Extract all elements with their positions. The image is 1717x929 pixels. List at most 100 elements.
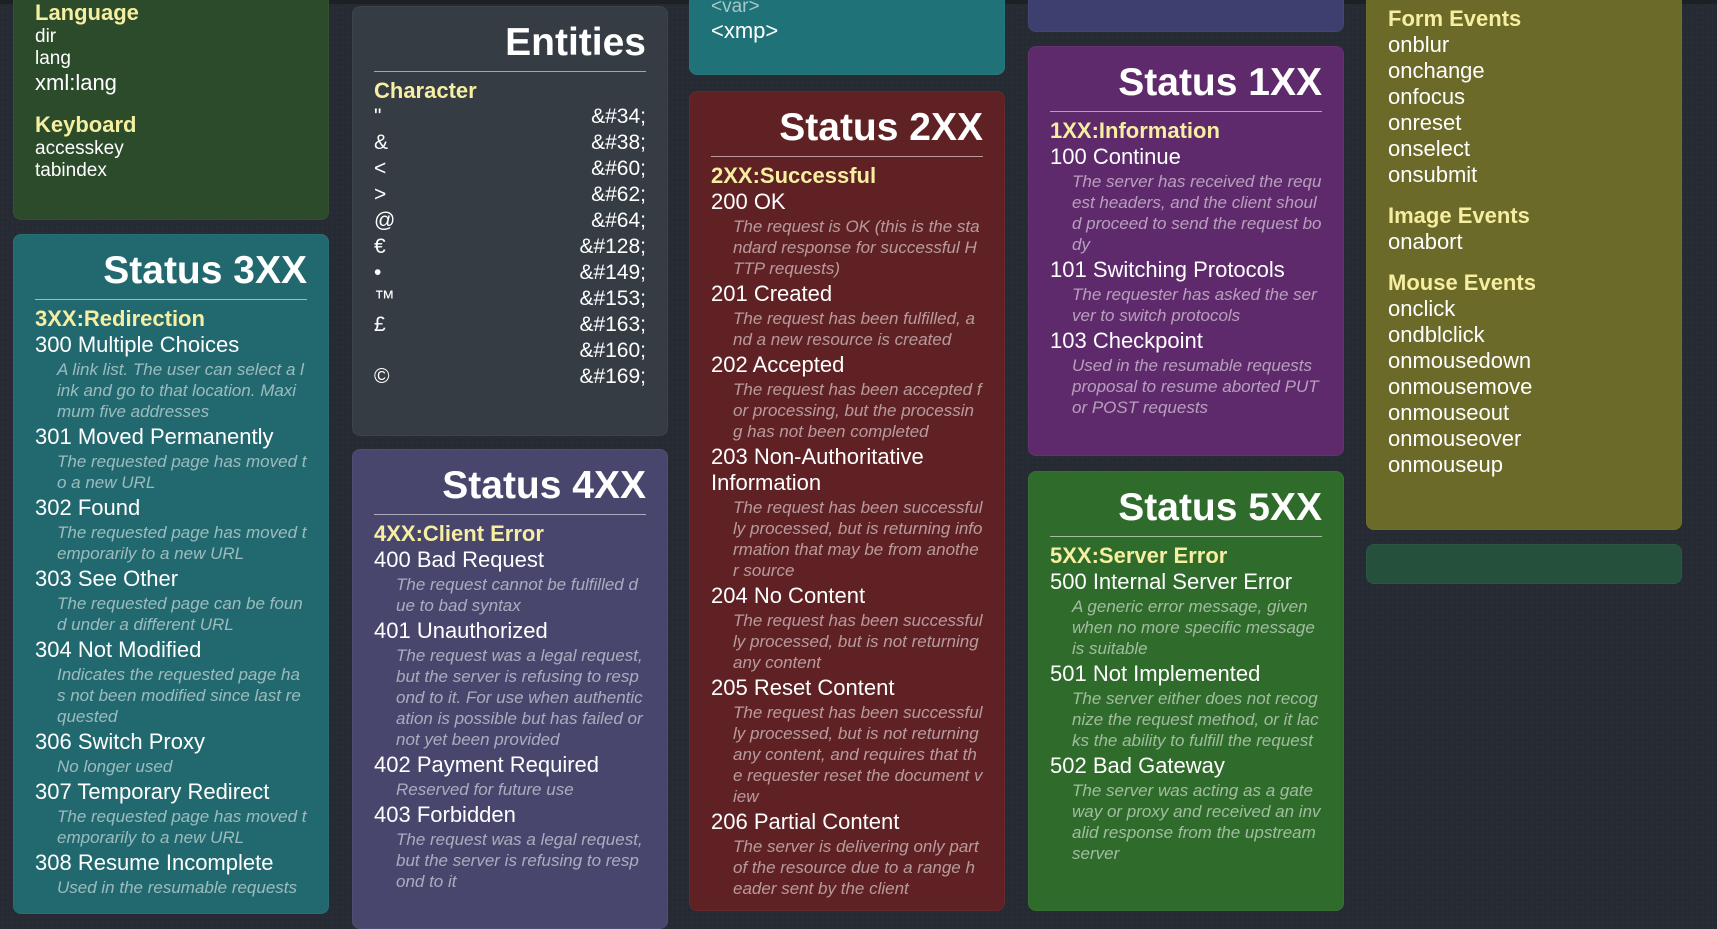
status-desc: The request has been fulfilled, and a ne…	[733, 308, 975, 349]
status-code: 100 Continue	[1050, 143, 1181, 169]
event-item: onblur	[1388, 32, 1450, 57]
entity-row: @ &#64;	[374, 208, 646, 234]
status-desc: The requested page has moved temporarily…	[57, 522, 307, 563]
attr-accesskey: accesskey	[35, 138, 124, 159]
event-item: onmousemove	[1388, 374, 1533, 399]
entity-char: >	[374, 182, 387, 206]
status-code: 403 Forbidden	[374, 801, 516, 827]
card-attributes: Language dir lang xml:lang Keyboard acce…	[13, 0, 329, 220]
status-code: 401 Unauthorized	[374, 617, 548, 643]
event-item: onreset	[1388, 110, 1462, 135]
status-desc: The requester has asked the server to sw…	[1072, 284, 1317, 325]
card-status-4xx: Status 4XX 4XX:Client Error 400 Bad Requ…	[352, 449, 668, 929]
entity-row: • &#149;	[374, 260, 646, 286]
status-desc: The server is delivering only part of th…	[733, 836, 979, 898]
section-heading: 4XX:Client Error	[374, 520, 544, 546]
attr-tabindex: tabindex	[35, 160, 107, 181]
section-heading: 3XX:Redirection	[35, 305, 205, 331]
entity-row: © &#169;	[374, 364, 646, 390]
status-desc: The request has been successfully proces…	[733, 702, 983, 806]
status-list: 100 Continue The server has received the…	[1050, 144, 1322, 418]
entity-row: " &#34;	[374, 104, 646, 130]
entity-char: @	[374, 208, 396, 232]
entity-char: •	[374, 260, 382, 284]
attr-xml-lang: xml:lang	[35, 70, 117, 95]
status-desc: The server was acting as a gateway or pr…	[1072, 780, 1321, 863]
event-item: onclick	[1388, 296, 1456, 321]
tag-xmp: <xmp>	[711, 18, 779, 43]
card-title: Status 4XX	[374, 464, 646, 515]
image-events-heading: Image Events	[1388, 203, 1530, 228]
entity-row: £ &#163;	[374, 312, 646, 338]
event-item: onsubmit	[1388, 162, 1478, 187]
event-item: onfocus	[1388, 84, 1466, 109]
status-code: 201 Created	[711, 280, 833, 306]
status-desc: Used in the resumable requests proposal …	[1072, 355, 1319, 417]
status-desc: The request has been successfully proces…	[733, 497, 983, 580]
card-events: Form Events onblur onchange onfocus onre…	[1366, 0, 1682, 530]
entity-char: <	[374, 156, 387, 180]
status-code: 304 Not Modified	[35, 636, 202, 662]
status-desc: Used in the resumable requests	[57, 877, 298, 897]
card-status-5xx: Status 5XX 5XX:Server Error 500 Internal…	[1028, 471, 1344, 911]
entity-code: &#163;	[579, 312, 646, 336]
event-item: onselect	[1388, 136, 1470, 161]
status-desc: Reserved for future use	[396, 779, 574, 799]
entity-row: ™ &#153;	[374, 286, 646, 312]
status-code: 303 See Other	[35, 565, 179, 591]
entity-code: &#60;	[591, 156, 646, 180]
card-status-1xx: Status 1XX 1XX:Information 100 Continue …	[1028, 46, 1344, 456]
card-partial-bottom	[1366, 544, 1682, 584]
section-heading: 5XX:Server Error	[1050, 542, 1228, 568]
event-item: onmouseout	[1388, 400, 1510, 425]
status-code: 300 Multiple Choices	[35, 331, 240, 357]
event-item: onmouseover	[1388, 426, 1522, 451]
status-desc: The requested page has moved temporarily…	[57, 806, 307, 847]
status-desc: A link list. The user can select a link …	[57, 359, 304, 421]
event-item: onmousedown	[1388, 348, 1532, 373]
entity-char: "	[374, 104, 382, 128]
entity-table: " &#34; & &#38; < &#60; > &#62; @ &#64; € &#12…	[374, 104, 646, 390]
card-title: Status 5XX	[1050, 486, 1322, 537]
status-desc: The request was a legal request, but the…	[396, 645, 643, 749]
status-code: 302 Found	[35, 494, 141, 520]
section-heading: 2XX:Successful	[711, 162, 877, 188]
status-code: 502 Bad Gateway	[1050, 752, 1225, 778]
status-desc: The requested page has moved to a new UR…	[57, 451, 307, 492]
status-code: 501 Not Implemented	[1050, 660, 1261, 686]
status-code: 206 Partial Content	[711, 808, 900, 834]
status-desc: The request was a legal request, but the…	[396, 829, 643, 891]
status-code: 202 Accepted	[711, 351, 845, 377]
entity-code: &#153;	[579, 286, 646, 310]
status-desc: The request has been accepted for proces…	[733, 379, 982, 441]
entity-char: ™	[374, 286, 395, 310]
card-entities: Entities Character " &#34; & &#38; < &#60; …	[352, 6, 668, 436]
status-code: 203 Non-Authoritative Information	[711, 443, 924, 495]
status-code: 306 Switch Proxy	[35, 728, 205, 754]
card-title: Status 2XX	[711, 106, 983, 157]
event-item: ondblclick	[1388, 322, 1485, 347]
language-heading: Language	[35, 0, 139, 25]
entity-char: &	[374, 130, 389, 154]
entity-code: &#34;	[591, 104, 646, 128]
card-status-2xx: Status 2XX 2XX:Successful 200 OK The req…	[689, 91, 1005, 911]
event-item: onabort	[1388, 229, 1463, 254]
status-code: 204 No Content	[711, 582, 866, 608]
card-status-3xx: Status 3XX 3XX:Redirection 300 Multiple …	[13, 234, 329, 914]
section-heading: Character	[374, 77, 477, 103]
entity-row: & &#38;	[374, 130, 646, 156]
tag-var: <var>	[711, 0, 760, 17]
mouse-events-heading: Mouse Events	[1388, 270, 1536, 295]
status-list: 400 Bad Request The request cannot be fu…	[374, 547, 646, 892]
status-code: 500 Internal Server Error	[1050, 568, 1293, 594]
event-item: onmouseup	[1388, 452, 1503, 477]
status-desc: The server has received the request head…	[1072, 171, 1322, 254]
entity-char: £	[374, 312, 386, 336]
card-title: Status 3XX	[35, 249, 307, 300]
status-code: 400 Bad Request	[374, 546, 545, 572]
card-partial-top	[1028, 0, 1344, 32]
status-desc: No longer used	[57, 756, 173, 776]
status-code: 301 Moved Permanently	[35, 423, 274, 449]
status-code: 402 Payment Required	[374, 751, 600, 777]
status-list: 200 OK The request is OK (this is the st…	[711, 189, 983, 899]
